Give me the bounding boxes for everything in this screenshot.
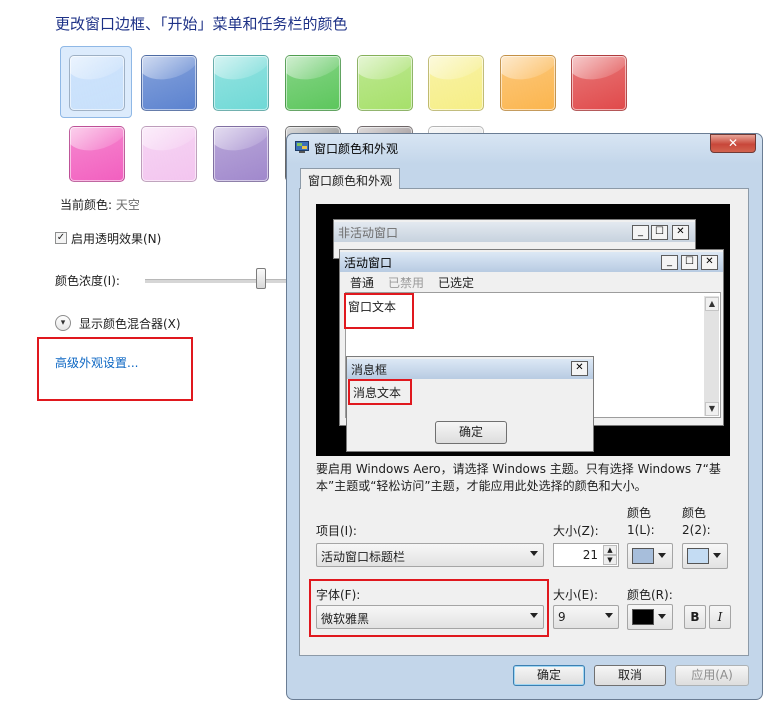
chevron-down-icon bbox=[658, 614, 666, 619]
color2-swatch bbox=[687, 548, 709, 564]
highlight-box-window-text bbox=[344, 293, 414, 329]
preview-msgbox-title: 消息框 bbox=[347, 359, 593, 379]
spin-up-icon[interactable]: ▲ bbox=[603, 545, 617, 555]
color2-label: 颜色 2(2): bbox=[682, 506, 711, 537]
preview-menu-disabled: 已禁用 bbox=[388, 276, 425, 290]
scroll-down-icon: ▼ bbox=[705, 402, 719, 416]
spin-down-icon[interactable]: ▼ bbox=[603, 555, 617, 565]
preview-ok-button: 确定 bbox=[435, 421, 507, 444]
color2-button[interactable] bbox=[682, 543, 728, 569]
scroll-up-icon: ▲ bbox=[705, 297, 719, 311]
bold-button[interactable]: B bbox=[684, 605, 706, 629]
highlight-box-font bbox=[309, 579, 549, 637]
size-spinner[interactable]: 21 ▲ ▼ bbox=[553, 543, 619, 567]
tab-window-color[interactable]: 窗口颜色和外观 bbox=[300, 168, 400, 189]
preview-msgbox-close-icon: ✕ bbox=[571, 361, 588, 376]
ok-button[interactable]: 确定 bbox=[513, 665, 585, 686]
preview-inactive-minimize-icon: _ bbox=[632, 225, 649, 240]
color-swatch[interactable] bbox=[69, 55, 125, 111]
color-intensity-slider-thumb[interactable] bbox=[256, 268, 266, 289]
item-label: 项目(I): bbox=[316, 524, 357, 538]
highlight-box-message-text bbox=[348, 379, 412, 405]
color-swatch[interactable] bbox=[213, 126, 269, 182]
preview-inactive-maximize-icon: ☐ bbox=[651, 225, 668, 240]
font-size-label: 大小(E): bbox=[553, 588, 598, 602]
preview-active-maximize-icon: ☐ bbox=[681, 255, 698, 270]
aero-description: 要启用 Windows Aero，请选择 Windows 主题。只有选择 Win… bbox=[316, 462, 721, 493]
apply-button[interactable]: 应用(A) bbox=[675, 665, 749, 686]
size-spinner-value: 21 bbox=[582, 548, 598, 562]
cancel-button[interactable]: 取消 bbox=[594, 665, 666, 686]
chevron-down-icon bbox=[605, 613, 613, 618]
color-swatch[interactable] bbox=[357, 55, 413, 111]
preview-active-minimize-icon: _ bbox=[661, 255, 678, 270]
font-color-swatch bbox=[632, 609, 654, 625]
color-intensity-label: 颜色浓度(I): bbox=[55, 274, 120, 288]
font-color-button[interactable] bbox=[627, 604, 673, 630]
font-size-select[interactable]: 9 bbox=[553, 605, 619, 629]
current-color-value: 天空 bbox=[115, 198, 140, 212]
color-swatch[interactable] bbox=[500, 55, 556, 111]
display-settings-icon bbox=[295, 141, 309, 153]
size-label: 大小(Z): bbox=[553, 524, 599, 538]
color1-swatch bbox=[632, 548, 654, 564]
color-swatch[interactable] bbox=[213, 55, 269, 111]
color-swatch[interactable] bbox=[571, 55, 627, 111]
page-title: 更改窗口边框、「开始」菜单和任务栏的颜色 bbox=[55, 15, 348, 33]
preview-menu-normal: 普通 bbox=[350, 276, 375, 290]
color-swatch[interactable] bbox=[428, 55, 484, 111]
color-swatch[interactable] bbox=[69, 126, 125, 182]
color-swatch[interactable] bbox=[141, 55, 197, 111]
chevron-down-icon bbox=[658, 553, 666, 558]
color-intensity-slider-track[interactable] bbox=[145, 279, 290, 283]
color1-button[interactable] bbox=[627, 543, 673, 569]
transparency-label[interactable]: 启用透明效果(N) bbox=[71, 230, 161, 247]
chevron-down-icon bbox=[713, 553, 721, 558]
dialog-close-button[interactable]: ✕ bbox=[710, 134, 756, 153]
show-color-mixer-toggle[interactable]: 显示颜色混合器(X) bbox=[79, 315, 181, 332]
font-size-value: 9 bbox=[558, 610, 566, 624]
current-color-caption: 当前颜色: bbox=[60, 198, 113, 212]
chevron-down-icon bbox=[530, 551, 538, 556]
highlight-box-advanced-link bbox=[37, 337, 193, 401]
transparency-checkbox[interactable]: ✓ bbox=[55, 232, 67, 244]
preview-menu-selected: 已选定 bbox=[438, 276, 475, 290]
chevron-down-icon[interactable]: ▾ bbox=[55, 315, 71, 331]
preview-scrollbar bbox=[704, 296, 719, 416]
preview-inactive-close-icon: ✕ bbox=[672, 225, 689, 240]
font-color-label: 颜色(R): bbox=[627, 588, 673, 602]
dialog-title: 窗口颜色和外观 bbox=[314, 142, 399, 156]
item-select[interactable]: 活动窗口标题栏 bbox=[316, 543, 544, 567]
item-select-value: 活动窗口标题栏 bbox=[321, 550, 406, 564]
current-color-label: 当前颜色: 天空 bbox=[60, 196, 140, 213]
preview-active-close-icon: ✕ bbox=[701, 255, 718, 270]
italic-button[interactable]: I bbox=[709, 605, 731, 629]
color-swatch[interactable] bbox=[285, 55, 341, 111]
color1-label: 颜色 1(L): bbox=[627, 506, 655, 537]
color-swatch[interactable] bbox=[141, 126, 197, 182]
